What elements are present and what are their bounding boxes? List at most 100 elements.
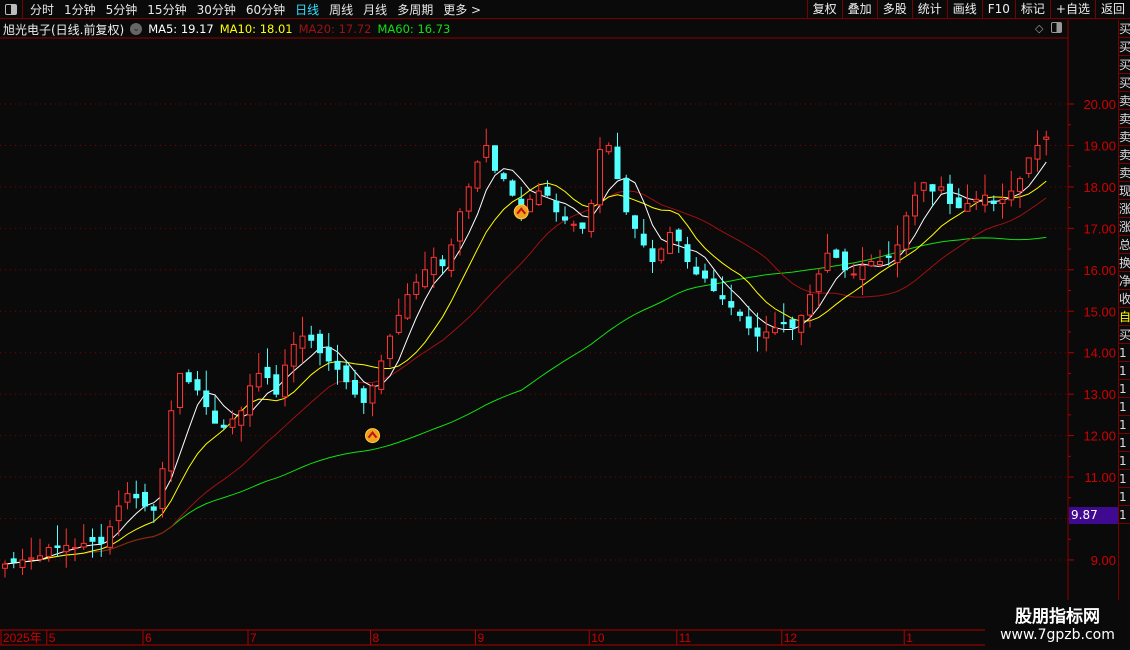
candle-body — [702, 270, 708, 279]
candle-body — [737, 311, 743, 316]
candle-body — [588, 202, 595, 233]
candle-body — [579, 222, 586, 229]
candle-body — [719, 295, 726, 300]
candle-body — [360, 388, 367, 403]
candle-body — [264, 366, 271, 379]
period-tab[interactable]: 周线 — [324, 1, 358, 18]
candle-body — [395, 314, 402, 333]
candle-body — [509, 180, 516, 196]
x-tick-label: 10 — [591, 631, 605, 645]
stock-title: 旭光电子(日线.前复权) — [3, 22, 125, 37]
candle-body — [728, 301, 735, 308]
toolbar-button[interactable]: 返回 — [1094, 0, 1130, 19]
diamond-icon[interactable]: ◇ — [1035, 22, 1043, 35]
candle-body — [640, 233, 647, 246]
side-panel-label: 买 — [1119, 328, 1130, 344]
candle-body — [964, 202, 971, 212]
candle-body — [544, 186, 551, 196]
period-tab[interactable]: 60分钟 — [241, 1, 290, 18]
period-tab[interactable]: 月线 — [358, 1, 392, 18]
toolbar-button[interactable]: 统计 — [911, 0, 947, 19]
period-tab[interactable]: 分时 — [25, 1, 59, 18]
x-tick-label: 7 — [250, 631, 257, 645]
side-panel-label: 涨 — [1119, 202, 1130, 218]
candle-body — [282, 364, 288, 398]
candle-body — [798, 314, 805, 333]
candle-body — [457, 211, 463, 242]
period-tab[interactable]: 1分钟 — [59, 1, 101, 18]
candle-body — [614, 146, 621, 180]
side-panel-label: 1 — [1119, 416, 1130, 434]
watermark-title: 股朋指标网 — [1015, 607, 1100, 627]
toolbar-button[interactable]: +自选 — [1049, 0, 1095, 19]
indicator-info-bar: 旭光电子(日线.前复权) ⌄ MA5: 19.17 MA10: 18.01 MA… — [0, 20, 1068, 38]
period-tab[interactable]: 多周期 — [392, 1, 438, 18]
side-panel-label: 1 — [1119, 506, 1130, 524]
layout-toggle-icon[interactable] — [1051, 22, 1063, 33]
y-tick-label: 12.00 — [1083, 429, 1116, 444]
side-panel-label: 1 — [1119, 380, 1130, 398]
dropdown-chevron-icon[interactable]: ⌄ — [130, 23, 143, 35]
candle-body — [343, 365, 350, 383]
toolbar-button[interactable]: 复权 — [806, 0, 842, 19]
candle-body — [982, 194, 988, 206]
period-tab[interactable]: 5分钟 — [101, 1, 143, 18]
candle-body — [273, 374, 280, 395]
candle-body — [369, 385, 376, 404]
side-panel-label: 1 — [1119, 362, 1130, 380]
candle-body — [815, 273, 822, 293]
candle-body — [824, 252, 831, 271]
period-tab[interactable]: 更多 > — [438, 1, 486, 18]
candle-body — [868, 261, 875, 267]
period-tab[interactable]: 日线 — [290, 1, 324, 18]
candle-body — [1043, 136, 1050, 140]
candle-body — [912, 194, 918, 217]
candlestick-chart[interactable]: 20.0019.0018.0017.0016.0015.0014.0013.00… — [0, 0, 1130, 650]
candle-body — [763, 331, 770, 339]
candle-body — [474, 161, 481, 189]
candle-body — [684, 244, 691, 263]
panel-toggle-button[interactable] — [0, 0, 23, 19]
x-tick-label: 11 — [679, 631, 692, 645]
period-tab[interactable]: 30分钟 — [192, 1, 241, 18]
candle-body — [439, 259, 446, 267]
candle-body — [667, 231, 673, 254]
ma10-value: MA10: 18.01 — [219, 22, 293, 36]
candle-body — [63, 544, 70, 553]
candle-body — [754, 327, 761, 337]
candle-body — [2, 563, 8, 569]
side-panel-label: 1 — [1119, 344, 1130, 362]
candle-body — [448, 244, 455, 271]
candle-body — [938, 186, 945, 191]
ma5-value: MA5: 19.17 — [148, 22, 214, 36]
toolbar-button[interactable]: F10 — [981, 0, 1015, 19]
y-tick-label: 11.00 — [1084, 470, 1116, 485]
candle-body — [229, 418, 236, 428]
x-tick-label: 6 — [145, 631, 152, 645]
candle-body — [212, 410, 218, 424]
candle-body — [710, 278, 717, 292]
candle-body — [334, 360, 341, 370]
side-panel-label: 买 — [1119, 58, 1130, 74]
candle-body — [562, 216, 568, 221]
y-tick-label: 19.00 — [1083, 138, 1116, 153]
candle-body — [597, 149, 603, 206]
candle-body — [352, 380, 358, 395]
candle-body — [1025, 157, 1032, 174]
candle-body — [220, 424, 227, 428]
candle-body — [483, 144, 490, 158]
candle-body — [500, 173, 507, 180]
toolbar-button[interactable]: 标记 — [1014, 0, 1050, 19]
y-tick-label: 15.00 — [1083, 304, 1116, 319]
candle-body — [920, 182, 927, 191]
toolbar-button[interactable]: 多股 — [876, 0, 912, 19]
side-panel-label: 换 — [1119, 256, 1130, 272]
buy-signal-icon — [365, 428, 380, 444]
candle-body — [150, 506, 157, 511]
toolbar-button[interactable]: 画线 — [946, 0, 982, 19]
toolbar-button[interactable]: 叠加 — [841, 0, 877, 19]
side-panel-label: 卖 — [1119, 112, 1130, 128]
period-tab[interactable]: 15分钟 — [142, 1, 191, 18]
candle-body — [553, 200, 560, 213]
y-tick-label: 14.00 — [1083, 346, 1116, 361]
